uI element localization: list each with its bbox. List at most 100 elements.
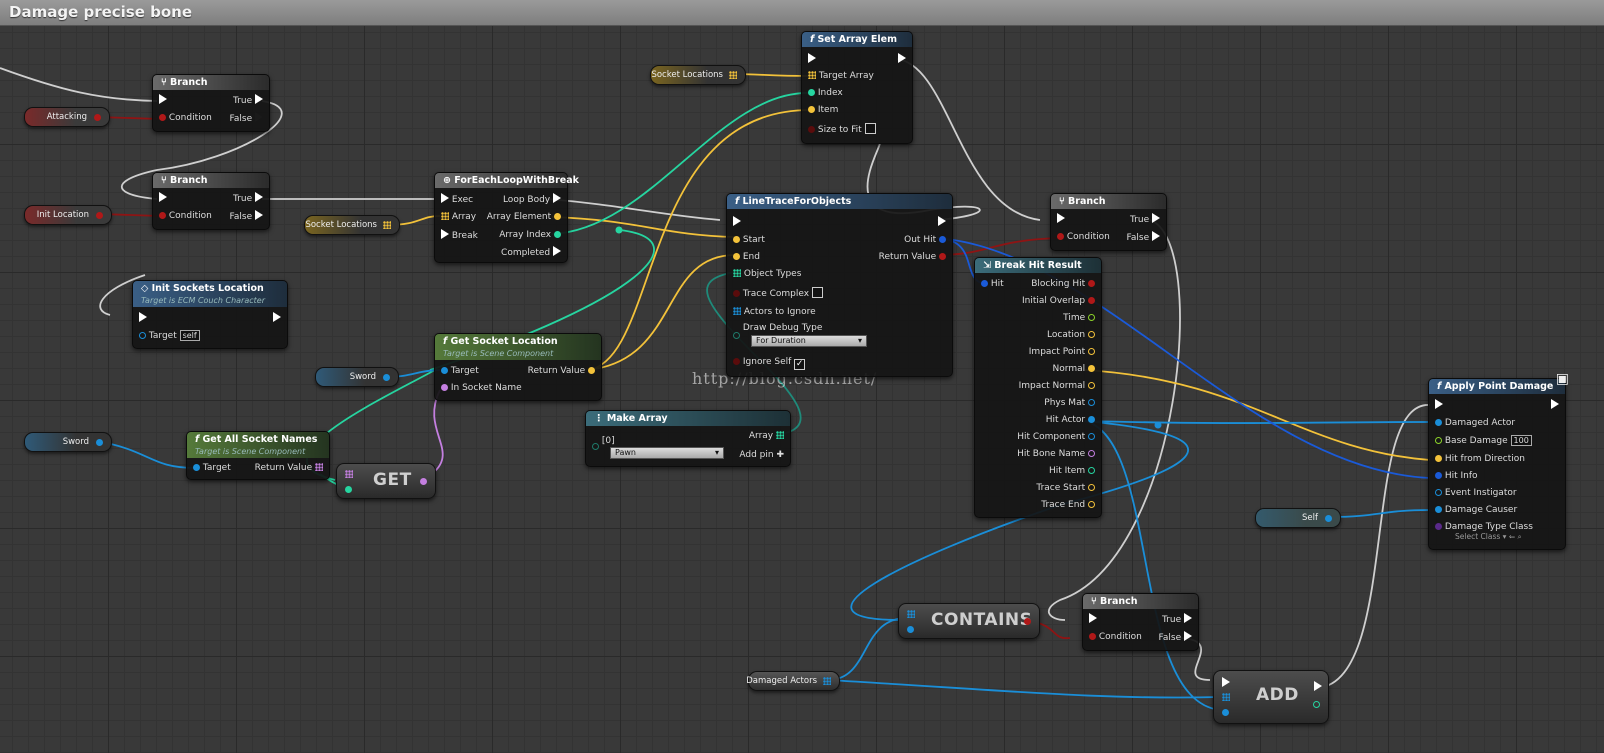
break-hit-output-pin[interactable]: Trace End bbox=[1041, 499, 1095, 511]
object-pin-icon[interactable] bbox=[383, 374, 390, 381]
branch-node-4[interactable]: ⑂ Branch Condition True False bbox=[1082, 593, 1199, 651]
array-pin-icon[interactable] bbox=[729, 71, 737, 79]
return-value-pin[interactable]: Return Value bbox=[879, 251, 946, 263]
ignore-self-checkbox[interactable]: ✓ bbox=[794, 359, 806, 370]
exec-in-pin[interactable] bbox=[1435, 399, 1443, 412]
break-hit-output-pin[interactable]: Normal bbox=[1053, 363, 1095, 375]
exec-pin-icon[interactable] bbox=[1314, 681, 1322, 691]
var-init-location[interactable]: Init Location bbox=[24, 205, 112, 225]
exec-out-pin[interactable] bbox=[1551, 399, 1559, 412]
target-pin[interactable]: Target bbox=[441, 365, 479, 377]
hit-info-pin[interactable]: Hit Info bbox=[1435, 470, 1478, 482]
in-socket-name-pin[interactable]: In Socket Name bbox=[441, 382, 522, 394]
foreach-loop-with-break-node[interactable]: ⊕ ForEachLoopWithBreak Exec Array Break … bbox=[434, 172, 579, 263]
var-sword-1[interactable]: Sword bbox=[315, 367, 399, 387]
break-hit-output-pin[interactable]: Initial Overlap bbox=[1022, 295, 1095, 307]
break-hit-output-pin[interactable]: Time bbox=[1063, 312, 1095, 324]
condition-pin[interactable]: Condition bbox=[159, 112, 212, 124]
target-pin[interactable]: Target bbox=[193, 462, 231, 474]
exec-in-pin[interactable] bbox=[1057, 213, 1065, 226]
true-pin[interactable]: True bbox=[233, 192, 263, 205]
var-self[interactable]: Self bbox=[1255, 508, 1341, 528]
break-hit-output-pin[interactable]: Impact Point bbox=[1029, 346, 1095, 358]
index-pin[interactable]: Index bbox=[808, 87, 843, 99]
select-class-dropdown[interactable]: Select Class ▾ ⇐ ⌕ bbox=[1455, 531, 1522, 543]
var-sword-2[interactable]: Sword bbox=[24, 432, 112, 452]
condition-pin[interactable]: Condition bbox=[1057, 231, 1110, 243]
break-pin[interactable]: Break bbox=[441, 229, 478, 242]
get-array-node[interactable]: GET bbox=[336, 463, 436, 499]
object-pin-icon[interactable] bbox=[1222, 709, 1229, 716]
exec-in-pin[interactable] bbox=[139, 312, 147, 325]
break-hit-output-pin[interactable]: Hit Component bbox=[1017, 431, 1095, 443]
var-attacking[interactable]: Attacking bbox=[24, 107, 110, 127]
break-hit-output-pin[interactable]: Phys Mat bbox=[1044, 397, 1095, 409]
trace-complex-pin[interactable]: Trace Complex bbox=[733, 287, 823, 300]
hit-pin[interactable]: Hit bbox=[981, 278, 1004, 290]
break-hit-output-pin[interactable]: Hit Item bbox=[1049, 465, 1095, 477]
array-pin-icon[interactable] bbox=[345, 470, 353, 478]
actors-to-ignore-pin[interactable]: Actors to Ignore bbox=[733, 306, 816, 318]
break-hit-output-pin[interactable]: Blocking Hit bbox=[1031, 278, 1095, 290]
trace-complex-checkbox[interactable] bbox=[811, 287, 823, 298]
return-value-pin[interactable]: Return Value bbox=[528, 365, 595, 377]
int-pin-icon[interactable] bbox=[1313, 701, 1320, 708]
array-pin-icon[interactable] bbox=[823, 677, 831, 685]
object-pin-icon[interactable] bbox=[907, 626, 914, 633]
size-to-fit-checkbox[interactable] bbox=[864, 123, 876, 134]
exec-out-pin[interactable] bbox=[898, 53, 906, 66]
bool-pin-icon[interactable] bbox=[94, 114, 101, 121]
get-socket-location-node[interactable]: f Get Socket Location Target is Scene Com… bbox=[434, 333, 602, 401]
false-pin[interactable]: False bbox=[1127, 231, 1160, 244]
base-damage-pin[interactable]: Base Damage 100 bbox=[1435, 435, 1532, 447]
ignore-self-pin[interactable]: Ignore Self ✓ bbox=[733, 356, 806, 370]
base-damage-input[interactable]: 100 bbox=[1510, 435, 1532, 446]
contains-array-node[interactable]: CONTAINS bbox=[898, 603, 1040, 639]
true-pin[interactable]: True bbox=[1162, 613, 1192, 626]
damage-causer-pin[interactable]: Damage Causer bbox=[1435, 504, 1517, 516]
int-pin-icon[interactable] bbox=[345, 486, 352, 493]
exec-in-pin[interactable] bbox=[1089, 613, 1097, 626]
exec-pin-icon[interactable] bbox=[1222, 677, 1230, 687]
completed-pin[interactable]: Completed bbox=[501, 246, 561, 259]
exec-out-pin[interactable] bbox=[938, 216, 946, 229]
self-value-box[interactable]: self bbox=[179, 330, 200, 341]
get-all-socket-names-node[interactable]: f Get All Socket Names Target is Scene Co… bbox=[186, 431, 330, 480]
condition-pin[interactable]: Condition bbox=[1089, 631, 1142, 643]
array-out-pin[interactable]: Array bbox=[749, 430, 784, 442]
loop-body-pin[interactable]: Loop Body bbox=[503, 193, 561, 206]
var-socket-locations-1[interactable]: Socket Locations bbox=[650, 65, 746, 85]
event-instigator-pin[interactable]: Event Instigator bbox=[1435, 487, 1517, 499]
array-pin[interactable]: Array bbox=[441, 211, 476, 223]
damaged-actor-pin[interactable]: Damaged Actor bbox=[1435, 417, 1515, 429]
break-hit-output-pin[interactable]: Hit Actor bbox=[1046, 414, 1095, 426]
branch-node-2[interactable]: ⑂ Branch Condition True False bbox=[152, 172, 270, 230]
true-pin[interactable]: True bbox=[1130, 213, 1160, 226]
out-hit-pin[interactable]: Out Hit bbox=[904, 234, 946, 246]
return-value-pin[interactable]: Return Value bbox=[255, 462, 323, 474]
browse-icon[interactable]: ⌕ bbox=[1518, 532, 1522, 541]
add-array-node[interactable]: ADD bbox=[1213, 670, 1329, 724]
init-sockets-location-node[interactable]: ◇ Init Sockets Location Target is ECM Cou… bbox=[132, 280, 288, 349]
branch-node-1[interactable]: ⑂ Branch Condition True False bbox=[152, 74, 270, 132]
draw-debug-type-pin[interactable]: Draw Debug Type bbox=[733, 322, 822, 339]
array-element-pin[interactable]: Array Element bbox=[487, 211, 561, 223]
object-pin-icon[interactable] bbox=[1325, 515, 1332, 522]
array-item-0-pin[interactable]: [0] bbox=[592, 435, 615, 450]
name-pin-icon[interactable] bbox=[420, 478, 427, 485]
target-array-pin[interactable]: Target Array bbox=[808, 70, 874, 82]
condition-pin[interactable]: Condition bbox=[159, 210, 212, 222]
object-pin-icon[interactable] bbox=[96, 439, 103, 446]
hit-from-direction-pin[interactable]: Hit from Direction bbox=[1435, 453, 1525, 465]
array-index-pin[interactable]: Array Index bbox=[499, 229, 561, 241]
item-pin[interactable]: Item bbox=[808, 104, 838, 116]
break-hit-output-pin[interactable]: Hit Bone Name bbox=[1017, 448, 1095, 460]
set-array-elem-node[interactable]: f Set Array Elem Target Array Index Item… bbox=[801, 31, 913, 144]
exec-in-pin[interactable]: Exec bbox=[441, 193, 473, 206]
false-pin[interactable]: False bbox=[230, 210, 263, 223]
exec-in-pin[interactable] bbox=[159, 94, 167, 107]
exec-out-pin[interactable] bbox=[273, 312, 281, 325]
break-hit-output-pin[interactable]: Impact Normal bbox=[1019, 380, 1095, 392]
var-socket-locations-2[interactable]: Socket Locations bbox=[304, 215, 400, 235]
exec-in-pin[interactable] bbox=[159, 192, 167, 205]
